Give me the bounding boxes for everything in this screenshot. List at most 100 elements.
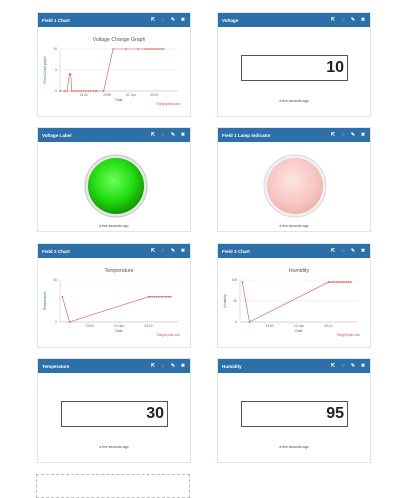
data-point	[331, 281, 333, 283]
card-header: Field 1 Lamp Indicator ⇱ ◌ ✎ ✖	[218, 128, 370, 142]
popout-icon[interactable]: ⇱	[150, 132, 156, 138]
close-icon[interactable]: ✖	[180, 248, 186, 254]
comment-icon[interactable]: ◌	[160, 132, 166, 138]
close-icon[interactable]: ✖	[360, 363, 366, 369]
close-icon[interactable]: ✖	[360, 132, 366, 138]
data-point	[343, 281, 345, 283]
card-title: Field 1 Lamp Indicator	[222, 132, 271, 138]
edit-icon[interactable]: ✎	[170, 132, 176, 138]
y-tick-label: 10	[53, 47, 57, 51]
y-tick-label: 100	[232, 278, 238, 282]
close-icon[interactable]: ✖	[180, 17, 186, 23]
popout-icon[interactable]: ⇱	[330, 17, 336, 23]
data-point	[153, 296, 156, 298]
edit-icon[interactable]: ✎	[170, 363, 176, 369]
comment-icon[interactable]: ◌	[160, 17, 166, 23]
data-point	[137, 48, 139, 50]
numeric-display: 95 a few seconds ago	[218, 373, 370, 464]
edit-icon[interactable]: ✎	[170, 17, 176, 23]
last-updated: a few seconds ago	[99, 445, 129, 449]
card-header: Temperature ⇱ ◌ ✎ ✖	[38, 359, 190, 373]
card-title: Voltage Label	[42, 132, 72, 138]
x-tick-label: 10. Apr	[294, 324, 305, 328]
y-tick-label: 50	[53, 278, 57, 282]
field1-lamp-card: Field 1 Lamp Indicator ⇱ ◌ ✎ ✖ a few sec…	[217, 127, 371, 232]
popout-icon[interactable]: ⇱	[150, 363, 156, 369]
data-point	[335, 281, 338, 283]
comment-icon[interactable]: ◌	[340, 17, 346, 23]
y-axis-label: Humidity	[223, 294, 227, 307]
chart-credit: ThingSpeak.com	[156, 102, 180, 106]
data-point	[71, 90, 73, 92]
y-tick-label: 0	[55, 320, 57, 324]
edit-icon[interactable]: ✎	[350, 17, 356, 23]
card-title: Temperature	[42, 363, 70, 369]
data-point	[170, 296, 172, 298]
data-point	[66, 90, 68, 92]
x-axis-label: Date	[295, 329, 302, 333]
numeric-value: 95	[241, 401, 348, 427]
x-tick-label: 23:50	[86, 324, 94, 328]
comment-icon[interactable]: ◌	[340, 363, 346, 369]
comment-icon[interactable]: ◌	[160, 248, 166, 254]
data-point	[328, 281, 331, 283]
popout-icon[interactable]: ⇱	[330, 132, 336, 138]
data-point	[160, 296, 163, 298]
edit-icon[interactable]: ✎	[350, 363, 356, 369]
popout-icon[interactable]: ⇱	[150, 248, 156, 254]
y-axis-label: Temperature	[43, 291, 47, 310]
temperature-card: Temperature ⇱ ◌ ✎ ✖ 30 a few seconds ago	[37, 358, 191, 463]
data-point	[350, 281, 352, 283]
humidity-chart: Humidity 100 50 0 23:50 10. Apr 00:10 Date Humid…	[223, 268, 360, 337]
card-title: Field 1 Chart	[42, 17, 70, 23]
comment-icon[interactable]: ◌	[340, 248, 346, 254]
close-icon[interactable]: ✖	[360, 248, 366, 254]
data-point	[158, 48, 160, 50]
card-header: Field 1 Chart ⇱ ◌ ✎ ✖	[38, 13, 190, 27]
data-point	[69, 73, 72, 75]
data-point	[340, 281, 343, 283]
x-tick-label: 10. Apr	[126, 93, 137, 97]
y-tick-label: 0	[55, 89, 57, 93]
comment-icon[interactable]: ◌	[160, 363, 166, 369]
card-title: Field 2 Chart	[42, 248, 70, 254]
data-point	[151, 48, 153, 50]
numeric-display: 10 a few seconds ago	[218, 27, 370, 118]
x-tick-label: 23:40	[80, 93, 88, 97]
data-point	[125, 48, 127, 50]
x-tick-label: 10. Apr	[114, 324, 125, 328]
popout-icon[interactable]: ⇱	[330, 363, 336, 369]
close-icon[interactable]: ✖	[180, 363, 186, 369]
close-icon[interactable]: ✖	[180, 132, 186, 138]
close-icon[interactable]: ✖	[360, 17, 366, 23]
x-axis-label: Date	[115, 98, 122, 102]
comment-icon[interactable]: ◌	[340, 132, 346, 138]
data-point	[163, 296, 165, 298]
add-widget-placeholder[interactable]	[36, 474, 190, 498]
edit-icon[interactable]: ✎	[350, 132, 356, 138]
x-tick-label: 00:10	[325, 324, 333, 328]
lamp-bulb	[88, 158, 144, 214]
card-title: Voltage	[222, 17, 239, 23]
card-header: Voltage ⇱ ◌ ✎ ✖	[218, 13, 370, 27]
data-point	[73, 90, 75, 92]
popout-icon[interactable]: ⇱	[330, 248, 336, 254]
data-point	[144, 48, 146, 50]
data-point	[80, 90, 83, 92]
last-updated: a few seconds ago	[279, 99, 309, 103]
card-header: Field 2 Chart ⇱ ◌ ✎ ✖	[38, 244, 190, 258]
lamp-display: a few seconds ago	[38, 142, 190, 233]
data-point	[163, 48, 165, 50]
y-axis-label: Fluxa Chart graph	[43, 56, 47, 83]
edit-icon[interactable]: ✎	[350, 248, 356, 254]
series-line	[62, 296, 171, 323]
edit-icon[interactable]: ✎	[170, 248, 176, 254]
popout-icon[interactable]: ⇱	[150, 17, 156, 23]
x-tick-label: 00:10	[150, 93, 158, 97]
chart-credit: ThingSpeak.com	[336, 333, 360, 337]
card-header: Voltage Label ⇱ ◌ ✎ ✖	[38, 128, 190, 142]
data-point	[75, 90, 78, 92]
data-point	[148, 296, 151, 298]
data-point	[148, 48, 151, 50]
last-updated: a few seconds ago	[99, 224, 129, 228]
